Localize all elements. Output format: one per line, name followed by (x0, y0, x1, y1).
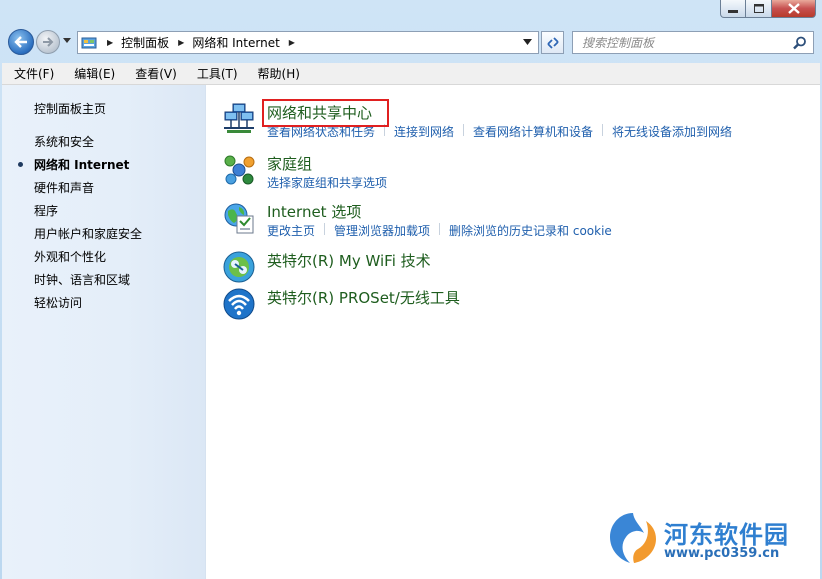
category-title[interactable]: 英特尔(R) My WiFi 技术 (267, 250, 431, 271)
intel-proset-wireless-icon[interactable] (222, 287, 256, 321)
sidebar-item-programs[interactable]: 程序 (34, 202, 58, 219)
control-panel-icon (81, 37, 97, 48)
search-icon[interactable] (793, 36, 807, 50)
forward-arrow-icon (43, 37, 54, 47)
category-title[interactable]: Internet 选项 (267, 201, 361, 222)
minimize-icon (728, 9, 738, 13)
link-view-network-computers[interactable]: 查看网络计算机和设备 (473, 123, 593, 140)
search-input[interactable]: 搜索控制面板 (572, 31, 814, 54)
category-links: 选择家庭组和共享选项 (267, 174, 387, 191)
breadcrumb-network-internet[interactable]: 网络和 Internet (192, 34, 279, 51)
sidebar-item-appearance[interactable]: 外观和个性化 (34, 248, 106, 265)
address-bar[interactable]: ▶ 控制面板 ▶ 网络和 Internet ▶ (77, 31, 539, 54)
close-button[interactable] (772, 0, 816, 18)
breadcrumb-separator-icon[interactable]: ▶ (289, 38, 295, 47)
control-panel-window: ▶ 控制面板 ▶ 网络和 Internet ▶ 搜索控制面板 文件(F) 编辑(… (0, 0, 822, 579)
history-dropdown-icon[interactable] (63, 38, 71, 43)
search-placeholder: 搜索控制面板 (582, 36, 655, 50)
close-icon (787, 3, 800, 14)
link-delete-history[interactable]: 删除浏览的历史记录和 cookie (449, 222, 612, 239)
network-sharing-icon[interactable] (222, 102, 256, 136)
watermark: 河东软件园 www.pc0359.cn (604, 509, 814, 569)
internet-options-icon[interactable] (222, 201, 256, 235)
link-connect-to-network[interactable]: 连接到网络 (394, 123, 454, 140)
link-manage-addons[interactable]: 管理浏览器加载项 (334, 222, 430, 239)
address-dropdown-icon[interactable] (523, 39, 532, 45)
menu-bar: 文件(F) 编辑(E) 查看(V) 工具(T) 帮助(H) (2, 63, 820, 85)
intel-mywifi-icon[interactable] (222, 250, 256, 284)
sidebar-item-user-accounts[interactable]: 用户帐户和家庭安全 (34, 225, 142, 242)
refresh-icon (546, 36, 559, 49)
link-divider (439, 223, 441, 235)
forward-button[interactable] (36, 30, 60, 54)
breadcrumb-separator-icon[interactable]: ▶ (107, 38, 113, 47)
menu-help[interactable]: 帮助(H) (245, 65, 307, 82)
main-panel: 网络和共享中心 查看网络状态和任务 连接到网络 查看网络计算机和设备 将无线设备… (206, 85, 820, 579)
highlight-box (262, 99, 389, 127)
sidebar-item-network-internet[interactable]: 网络和 Internet (34, 156, 129, 173)
window-caption-buttons (720, 0, 816, 19)
category-title[interactable]: 英特尔(R) PROSet/无线工具 (267, 287, 460, 308)
link-divider (324, 223, 326, 235)
category-links: 更改主页 管理浏览器加载项 删除浏览的历史记录和 cookie (267, 222, 612, 239)
watermark-logo-icon (610, 513, 656, 563)
sidebar-item-clock-language-region[interactable]: 时钟、语言和区域 (34, 271, 130, 288)
link-add-wireless-device[interactable]: 将无线设备添加到网络 (612, 123, 732, 140)
back-arrow-icon (14, 36, 27, 48)
link-divider (602, 124, 604, 136)
sidebar-item-hardware-sound[interactable]: 硬件和声音 (34, 179, 94, 196)
link-choose-homegroup-options[interactable]: 选择家庭组和共享选项 (267, 174, 387, 191)
link-divider (463, 124, 465, 136)
navigation-bar: ▶ 控制面板 ▶ 网络和 Internet ▶ 搜索控制面板 (0, 27, 822, 59)
sidebar: 控制面板主页 系统和安全 网络和 Internet 硬件和声音 程序 用户帐户和… (2, 85, 206, 579)
breadcrumb: ▶ 控制面板 ▶ 网络和 Internet ▶ (103, 34, 303, 51)
watermark-url: www.pc0359.cn (664, 546, 780, 561)
menu-edit[interactable]: 编辑(E) (61, 65, 122, 82)
menu-view[interactable]: 查看(V) (122, 65, 184, 82)
menu-tools[interactable]: 工具(T) (184, 65, 245, 82)
breadcrumb-separator-icon[interactable]: ▶ (178, 38, 184, 47)
link-change-home-page[interactable]: 更改主页 (267, 222, 315, 239)
breadcrumb-control-panel[interactable]: 控制面板 (121, 34, 169, 51)
sidebar-item-system-security[interactable]: 系统和安全 (34, 133, 94, 150)
watermark-title: 河东软件园 (664, 521, 789, 549)
content-area: 控制面板主页 系统和安全 网络和 Internet 硬件和声音 程序 用户帐户和… (2, 85, 820, 579)
sidebar-item-control-panel-home[interactable]: 控制面板主页 (34, 100, 106, 117)
category-title[interactable]: 家庭组 (267, 153, 312, 174)
sidebar-item-ease-of-access[interactable]: 轻松访问 (34, 294, 82, 311)
refresh-button[interactable] (541, 31, 564, 54)
active-bullet-icon (18, 162, 23, 167)
back-button[interactable] (8, 29, 34, 55)
maximize-button[interactable] (746, 0, 772, 18)
minimize-button[interactable] (720, 0, 746, 18)
maximize-icon (753, 4, 764, 13)
homegroup-icon[interactable] (222, 153, 256, 187)
menu-file[interactable]: 文件(F) (2, 65, 61, 82)
